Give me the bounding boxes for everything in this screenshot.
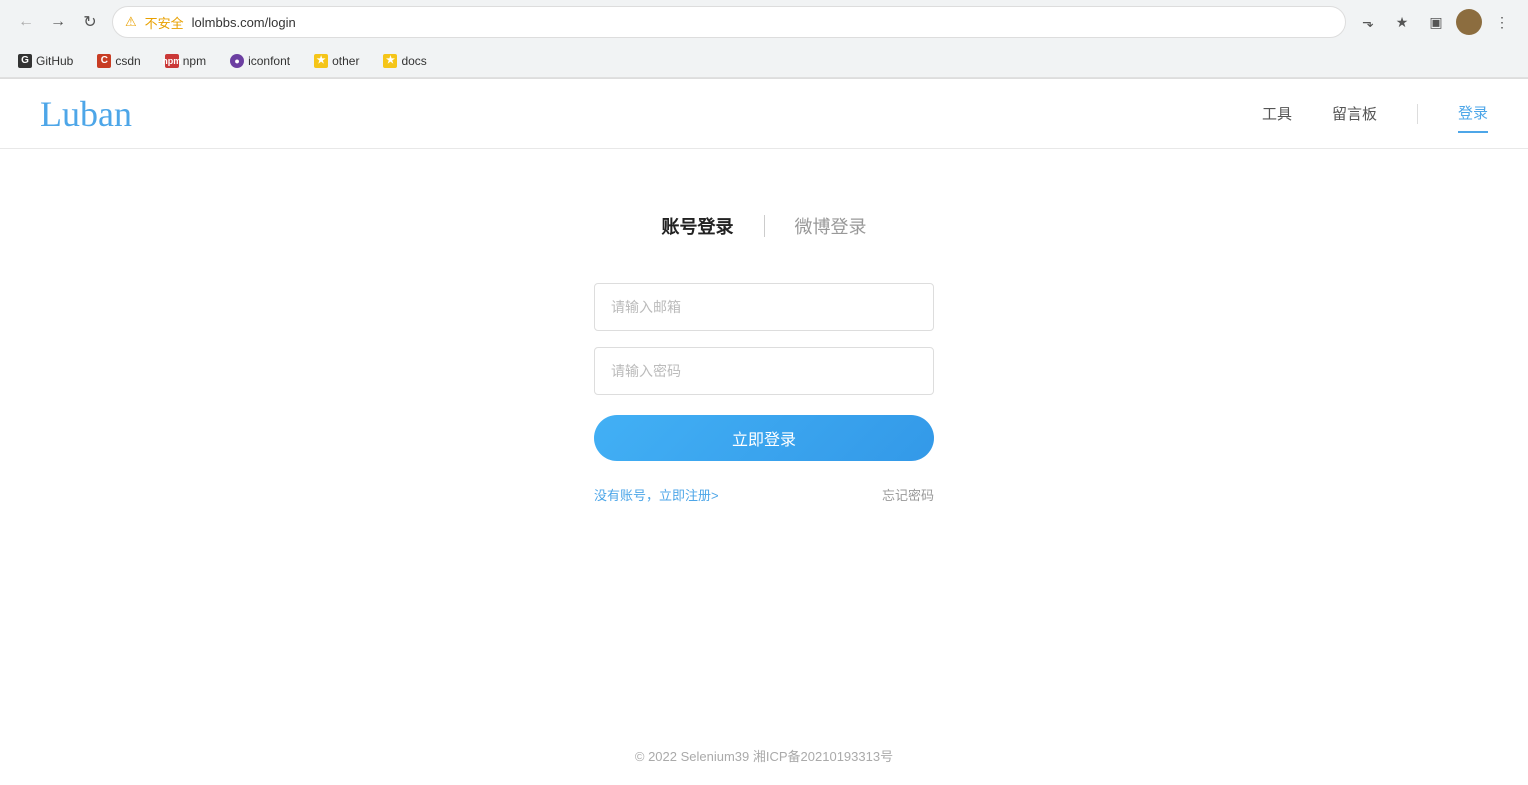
url-display: lolmbbs.com/login — [192, 15, 1333, 30]
bookmark-npm-label: npm — [183, 54, 206, 68]
forgot-password-link[interactable]: 忘记密码 — [882, 485, 934, 504]
bookmark-iconfont-label: iconfont — [248, 54, 290, 68]
site-logo[interactable]: Luban — [40, 93, 1262, 135]
security-icon: ⚠ — [125, 14, 137, 30]
page-content: Luban 工具 留言板 登录 账号登录 微博登录 立即登录 没有账号，立即注册… — [0, 79, 1528, 785]
profile-button[interactable] — [1456, 9, 1482, 35]
bookmark-npm[interactable]: npm npm — [159, 52, 212, 70]
window-button[interactable]: ▣ — [1422, 8, 1450, 36]
email-input[interactable] — [594, 283, 934, 331]
bookmark-docs-label: docs — [401, 54, 426, 68]
bookmark-other-label: other — [332, 54, 359, 68]
page-footer: © 2022 Selenium39 湘ICP备20210193313号 — [0, 746, 1528, 765]
nav-login[interactable]: 登录 — [1458, 94, 1488, 133]
bookmark-csdn[interactable]: C csdn — [91, 52, 146, 70]
tab-weibo[interactable]: 微博登录 — [775, 209, 887, 243]
nav-icons: ← → ↻ — [12, 8, 104, 36]
tab-account[interactable]: 账号登录 — [642, 209, 754, 243]
copyright-text: © 2022 Selenium39 湘ICP备20210193313号 — [635, 749, 893, 764]
login-submit-button[interactable]: 立即登录 — [594, 415, 934, 461]
address-bar[interactable]: ⚠ 不安全 lolmbbs.com/login — [112, 6, 1346, 38]
browser-chrome: ← → ↻ ⚠ 不安全 lolmbbs.com/login ⬎ ★ ▣ ⋮ G … — [0, 0, 1528, 79]
login-form: 立即登录 — [594, 283, 934, 461]
login-footer: 没有账号，立即注册> 忘记密码 — [594, 485, 934, 504]
password-input[interactable] — [594, 347, 934, 395]
back-button[interactable]: ← — [12, 8, 40, 36]
bookmarks-bar: G GitHub C csdn npm npm ● iconfont ★ oth… — [0, 44, 1528, 78]
browser-toolbar: ← → ↻ ⚠ 不安全 lolmbbs.com/login ⬎ ★ ▣ ⋮ — [0, 0, 1528, 44]
other-icon: ★ — [314, 54, 328, 68]
csdn-icon: C — [97, 54, 111, 68]
bookmark-iconfont[interactable]: ● iconfont — [224, 52, 296, 70]
menu-button[interactable]: ⋮ — [1488, 8, 1516, 36]
bookmark-github-label: GitHub — [36, 54, 73, 68]
docs-icon: ★ — [383, 54, 397, 68]
nav-board[interactable]: 留言板 — [1332, 95, 1377, 132]
iconfont-icon: ● — [230, 54, 244, 68]
site-header: Luban 工具 留言板 登录 — [0, 79, 1528, 149]
login-section: 账号登录 微博登录 立即登录 没有账号，立即注册> 忘记密码 — [0, 149, 1528, 504]
site-nav: 工具 留言板 登录 — [1262, 94, 1488, 133]
login-tabs: 账号登录 微博登录 — [642, 209, 887, 243]
bookmark-docs[interactable]: ★ docs — [377, 52, 432, 70]
share-button[interactable]: ⬎ — [1354, 8, 1382, 36]
reload-button[interactable]: ↻ — [76, 8, 104, 36]
bookmark-other[interactable]: ★ other — [308, 52, 365, 70]
nav-divider — [1417, 104, 1418, 124]
forward-button[interactable]: → — [44, 8, 72, 36]
bookmark-github[interactable]: G GitHub — [12, 52, 79, 70]
github-icon: G — [18, 54, 32, 68]
npm-icon: npm — [165, 54, 179, 68]
browser-actions: ⬎ ★ ▣ ⋮ — [1354, 8, 1516, 36]
security-label: 不安全 — [145, 13, 184, 32]
register-link[interactable]: 没有账号，立即注册> — [594, 485, 719, 504]
bookmark-button[interactable]: ★ — [1388, 8, 1416, 36]
bookmark-csdn-label: csdn — [115, 54, 140, 68]
tab-divider — [764, 215, 765, 237]
nav-tools[interactable]: 工具 — [1262, 95, 1292, 132]
